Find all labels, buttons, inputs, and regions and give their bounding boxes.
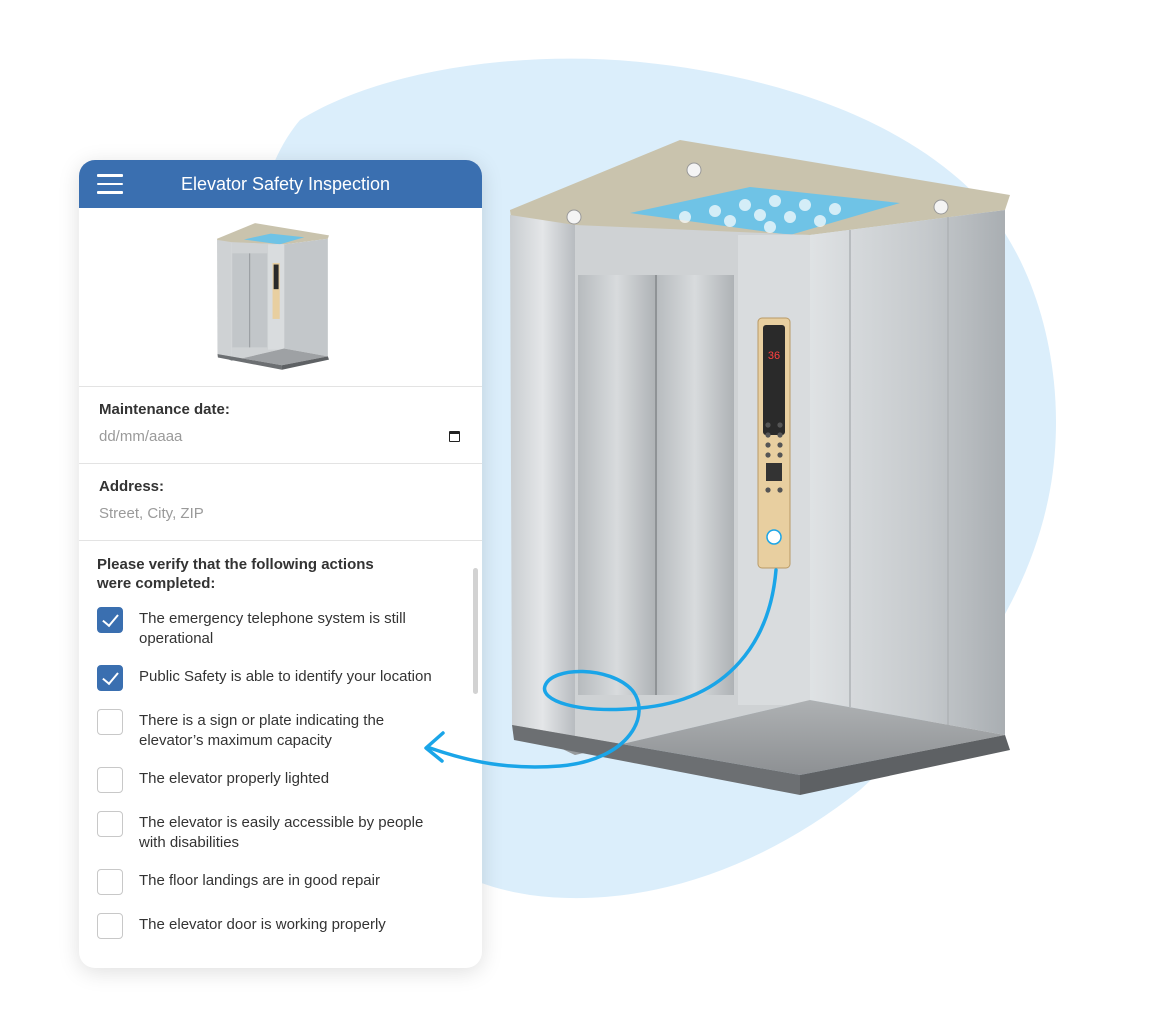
- calendar-icon[interactable]: [449, 431, 460, 442]
- checklist-item[interactable]: The emergency telephone system is still …: [97, 607, 464, 649]
- checklist-item-label: The floor landings are in good repair: [139, 872, 380, 889]
- checklist-item[interactable]: The floor landings are in good repair: [97, 869, 464, 897]
- checklist-item[interactable]: The elevator door is working properly: [97, 913, 464, 941]
- verify-prompt: Please verify that the following actions…: [97, 556, 374, 592]
- checkbox[interactable]: [97, 607, 123, 633]
- checklist-item-label: The elevator properly lighted: [139, 770, 330, 787]
- elevator-illustration: 36: [510, 140, 1010, 795]
- address-field[interactable]: Address: Street, City, ZIP: [79, 464, 482, 541]
- checklist-item-label: The elevator door is working properly: [139, 916, 386, 933]
- checkbox[interactable]: [97, 709, 123, 735]
- checklist-item[interactable]: There is a sign or plate indicating the …: [97, 709, 464, 751]
- scrollbar[interactable]: [473, 568, 478, 694]
- app-title: Elevator Safety Inspection: [180, 173, 391, 194]
- checklist-item-label: There is a sign or plate indicating the …: [139, 712, 385, 749]
- checkbox[interactable]: [97, 665, 123, 691]
- checklist-item[interactable]: The elevator is easily accessible by peo…: [97, 811, 464, 853]
- elevator-thumbnail: [217, 223, 329, 370]
- elevator-photo-section: [79, 208, 482, 387]
- maintenance-date-input[interactable]: dd/mm/aaaa: [99, 428, 462, 445]
- checklist-item-label: Public Safety is able to identify your l…: [139, 668, 432, 685]
- menu-icon[interactable]: [97, 174, 123, 194]
- checkbox[interactable]: [97, 869, 123, 895]
- app-header: Elevator Safety Inspection: [79, 160, 482, 208]
- maintenance-date-field[interactable]: Maintenance date: dd/mm/aaaa: [79, 387, 482, 464]
- maintenance-date-label: Maintenance date:: [99, 401, 230, 418]
- checkbox[interactable]: [97, 811, 123, 837]
- phone-app-card: Elevator Safety Inspection Maintenance d…: [79, 160, 482, 968]
- checkbox[interactable]: [97, 913, 123, 939]
- checkbox[interactable]: [97, 767, 123, 793]
- checklist-item-label: The elevator is easily accessible by peo…: [139, 814, 424, 851]
- panel-floor-text: 36: [768, 350, 780, 362]
- address-input[interactable]: Street, City, ZIP: [99, 505, 462, 522]
- verification-checklist: Please verify that the following actions…: [79, 541, 482, 941]
- address-label: Address:: [99, 478, 165, 495]
- checklist-item[interactable]: The elevator properly lighted: [97, 767, 464, 795]
- checklist-item[interactable]: Public Safety is able to identify your l…: [97, 665, 464, 693]
- checklist-item-label: The emergency telephone system is still …: [139, 610, 406, 647]
